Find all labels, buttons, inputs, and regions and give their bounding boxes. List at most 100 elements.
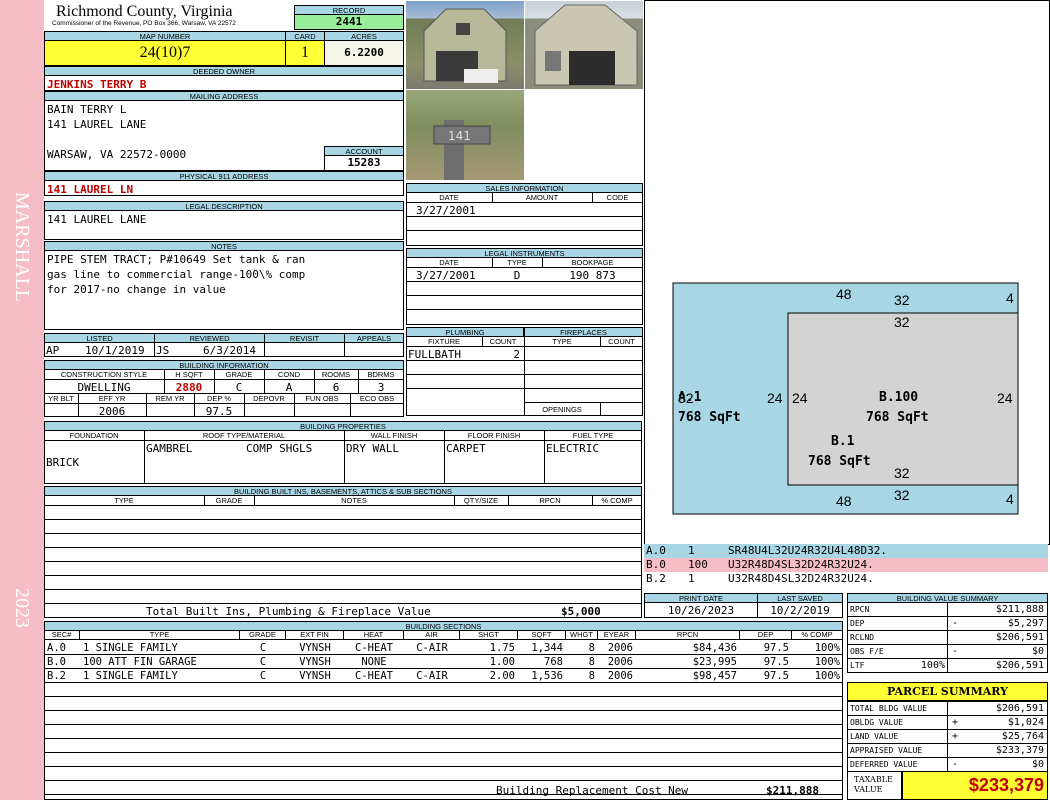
- sections-col-header: GRADE: [240, 630, 286, 640]
- section-extfin: VYNSH: [299, 670, 331, 682]
- reviewed-who: JS: [156, 344, 170, 357]
- floor-value: CARPET: [446, 442, 486, 455]
- builtins-notes-col: NOTES: [341, 496, 367, 505]
- dim-32-top: 32: [894, 292, 910, 308]
- parcel-summary-sign: +: [952, 731, 959, 742]
- trace-sec: B.0: [646, 558, 666, 571]
- ecoobs-col-header: ECO OBS: [359, 394, 395, 403]
- section-heat: C-HEAT: [355, 642, 393, 654]
- parcel-summary-value: $1,024: [1007, 717, 1044, 728]
- reviewed-date: 6/3/2014: [203, 344, 256, 357]
- section-sec: B.2: [47, 670, 66, 682]
- hsqft-value: 2880: [175, 381, 203, 394]
- acres-value: 6.2200: [324, 40, 404, 66]
- county-subtitle: Commissioner of the Revenue, PO Box 366,…: [52, 20, 236, 27]
- trace-row: B.0 100 U32R48D4SL32D24R32U24.: [644, 558, 1048, 572]
- value-summary-value: $206,591: [995, 632, 1044, 643]
- parcel-summary-value: $233,379: [995, 745, 1044, 756]
- section-heat: NONE: [361, 656, 387, 668]
- yrblt-col-header: YR BLT: [48, 394, 74, 403]
- value-summary-key: LTF: [850, 661, 865, 670]
- grade-col-header: GRADE: [225, 370, 253, 379]
- section-sqft: 768: [544, 656, 563, 668]
- taxable-label-line1: TAXABLE: [854, 775, 893, 784]
- parcel-summary-table: TOTAL BLDG VALUE $206,591 OBLDG VALUE + $1,0…: [847, 701, 1048, 772]
- record-value: 2441: [294, 14, 404, 30]
- plumbing-count-col: COUNT: [489, 337, 517, 346]
- section-grade: C: [259, 670, 267, 682]
- fireplace-count-col: COUNT: [608, 337, 635, 346]
- sections-col-header: AIR: [404, 630, 460, 640]
- dim-24-right: 24: [997, 390, 1013, 406]
- section-extfin: VYNSH: [299, 656, 331, 668]
- sections-col-header: TYPE: [80, 630, 240, 640]
- instrument-type: D: [513, 269, 521, 282]
- taxable-label-line2: VALUE: [854, 785, 883, 794]
- section-sqft: 1,344: [531, 642, 563, 654]
- value-summary-table: RPCN $211,888 DEP - $5,297 RCLND $206,591 OBS F…: [847, 602, 1048, 673]
- parcel-summary-row: DEFERRED VALUE - $0: [848, 758, 1047, 772]
- dim-32-inner-top: 32: [894, 314, 910, 330]
- value-summary-key: DEP: [850, 619, 865, 628]
- section-whgt: 8: [588, 642, 595, 654]
- builtins-comp-col: % COMP: [601, 496, 633, 505]
- last-saved-value: 10/2/2019: [770, 604, 830, 617]
- foundation-value: BRICK: [46, 456, 80, 469]
- section-comp: 100%: [814, 670, 840, 682]
- builtins-type-col: TYPE: [114, 496, 134, 505]
- fireplace-type-col: TYPE: [552, 337, 572, 346]
- sales-date: 3/27/2001: [416, 204, 476, 217]
- dim-32-inner-bottom: 32: [894, 465, 910, 481]
- dim-48-bottom: 48: [836, 493, 852, 509]
- grade-value: C: [235, 381, 243, 394]
- value-summary-row: LTF 100% $206,591: [848, 659, 1047, 673]
- address-sign-photo: 141: [406, 90, 524, 180]
- taxable-value: $233,379: [902, 771, 1048, 800]
- section-air: C-AIR: [416, 670, 448, 682]
- dim-4-bottom: 4: [1006, 491, 1014, 507]
- section-type: 1 SINGLE FAMILY: [83, 642, 178, 654]
- section-dep: 97.5: [763, 656, 789, 668]
- parcel-summary-sign: -: [952, 759, 959, 770]
- sketch-b100-area: 768 SqFt: [866, 410, 929, 425]
- remyr-col-header: REM YR: [155, 394, 185, 403]
- side-label-year: 2023: [11, 588, 33, 628]
- trace-num: 1: [688, 544, 695, 557]
- sales-amount-col: AMOUNT: [525, 193, 559, 202]
- sections-col-header: DEP: [740, 630, 792, 640]
- trace-num: 1: [688, 572, 695, 585]
- map-number-value: 24(10)7: [44, 40, 286, 66]
- section-row: A.0 1 SINGLE FAMILY C VYNSH C-HEAT C-AIR 1.75 1…: [44, 641, 843, 655]
- fuel-col: FUEL TYPE: [572, 431, 614, 440]
- instruments-bookpage-col: BOOKPAGE: [571, 258, 614, 267]
- roof-type-value: GAMBREL: [146, 442, 193, 455]
- sketch-a-area: 768 SqFt: [678, 410, 741, 425]
- parcel-summary-key: DEFERRED VALUE: [850, 760, 918, 769]
- dim-24-a: 24: [767, 390, 783, 406]
- listed-who: AP: [46, 344, 60, 357]
- parcel-summary-key: TOTAL BLDG VALUE: [850, 704, 928, 713]
- value-summary-value: $206,591: [995, 660, 1044, 671]
- fuel-value: ELECTRIC: [546, 442, 599, 455]
- value-summary-value: $211,888: [995, 604, 1044, 615]
- effyr-col-header: EFF YR: [98, 394, 126, 403]
- parcel-summary-key: APPRAISED VALUE: [850, 746, 923, 755]
- sketch-b100-label: B.100: [879, 390, 919, 405]
- section-whgt: 8: [588, 656, 595, 668]
- builtins-table: [44, 495, 642, 618]
- parcel-summary-value: $0: [1031, 759, 1044, 770]
- section-row: B.0 100 ATT FIN GARAGE C VYNSH NONE 1.00 768 8 2…: [44, 655, 843, 669]
- trace-row: A.0 1 SR48U4L32U24R32U4L48D32.: [644, 544, 1048, 558]
- section-eyear: 2006: [607, 642, 633, 654]
- plumbing-count: 2: [513, 348, 520, 361]
- trace-row: B.2 1 U32R48D4SL32D24R32U24.: [644, 572, 1048, 586]
- dep-value: 97.5: [205, 405, 233, 418]
- instrument-date: 3/27/2001: [416, 269, 476, 282]
- section-rpcn: $98,457: [692, 670, 737, 682]
- side-strip: [0, 0, 44, 800]
- sections-col-header: WHGT: [566, 630, 598, 640]
- parcel-summary-row: TOTAL BLDG VALUE $206,591: [848, 702, 1047, 716]
- section-sec: B.0: [47, 656, 66, 668]
- sections-col-header: EXT FIN: [286, 630, 344, 640]
- section-sqft: 1,536: [531, 670, 563, 682]
